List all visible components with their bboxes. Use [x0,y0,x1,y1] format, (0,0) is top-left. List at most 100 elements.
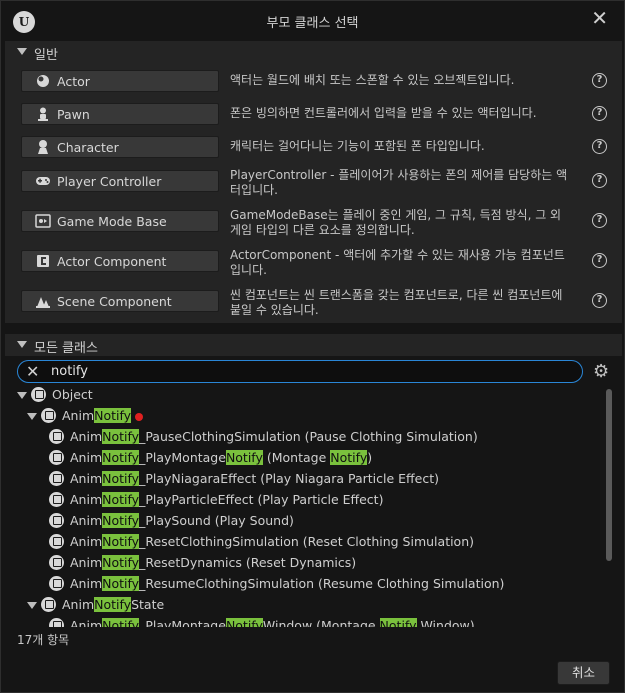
help-icon[interactable]: ? [592,213,607,228]
help-icon[interactable]: ? [592,106,607,121]
class-search-box: ✕ [17,360,583,383]
help-icon[interactable]: ? [592,73,607,88]
tree-row[interactable]: AnimNotifyState [5,595,605,616]
help-icon[interactable]: ? [592,293,607,308]
all-classes-section-header[interactable]: 모든 클래스 [5,334,622,356]
label-text: _PlayNiagaraEffect (Play Niagara Particl… [139,471,439,486]
label-text: Anim [70,471,103,486]
class-description: GameModeBase는 플레이 중인 게임, 그 규칙, 득점 방식, 그 … [230,208,562,237]
class-button-actor-component[interactable]: Actor Component [21,250,219,272]
tree-row[interactable]: AnimNotify_ResetDynamics (Reset Dynamics… [5,553,605,574]
class-tree: Object AnimNotify AnimNotify_PauseClothing… [5,385,622,627]
label-text: Anim [70,429,103,444]
tree-row[interactable]: Object [5,385,605,406]
label-text: Anim [70,555,103,570]
search-match-highlight: Notify [102,492,140,507]
class-button-label: Pawn [57,107,90,122]
class-button-label: Player Controller [57,174,162,189]
class-button-game-mode-base[interactable]: Game Mode Base [21,210,219,232]
tree-row[interactable]: AnimNotify_ResetClothingSimulation (Rese… [5,532,605,553]
tree-row[interactable]: AnimNotify_PlayMontageNotifyWindow (Mont… [5,616,605,627]
search-match-highlight: Notify [225,618,263,627]
label-text: Object [52,387,93,402]
class-node-icon [49,429,64,444]
close-icon[interactable]: ✕ [591,6,608,30]
label-text: State [131,597,165,612]
label-text: _PlayMontage [139,618,226,627]
class-button-pawn[interactable]: Pawn [21,103,219,125]
label-text: Anim [62,408,95,423]
expand-arrow-icon[interactable] [17,392,27,399]
class-description: 캐릭터는 걸어다니는 기능이 포함된 폰 타입입니다. [230,139,485,153]
label-text: Window (Montage [262,618,380,627]
class-node-label: AnimNotify_ResetDynamics (Reset Dynamics… [70,555,356,570]
pawn-icon [35,107,51,121]
class-button-label: Actor Component [57,254,167,269]
class-node-icon [49,534,64,549]
tree-row[interactable]: AnimNotify_PlayMontageNotify (Montage No… [5,448,605,469]
class-node-label: AnimNotify_ResumeClothingSimulation (Res… [70,576,504,591]
class-button-label: Game Mode Base [57,214,167,229]
class-button-character[interactable]: Character [21,136,219,158]
search-match-highlight: Notify [330,450,368,465]
game-mode-icon [35,214,51,228]
tree-row[interactable]: AnimNotify_ResumeClothingSimulation (Res… [5,574,605,595]
dialog-title: 부모 클래스 선택 [266,16,359,31]
search-match-highlight: Notify [102,576,140,591]
class-node-icon [49,471,64,486]
label-text: Anim [62,597,95,612]
common-class-row: Scene Component 씬 컴포넌트는 씬 트랜스폼을 갖는 컴포넌트로,… [5,288,622,329]
class-node-label: AnimNotify_PlaySound (Play Sound) [70,513,294,528]
search-match-highlight: Notify [102,450,140,465]
title-bar: U 부모 클래스 선택 ✕ [1,1,624,39]
help-icon[interactable]: ? [592,139,607,154]
class-node-label: Object [52,387,93,402]
class-node-icon [49,576,64,591]
class-node-icon [31,387,46,402]
common-class-row: Game Mode Base GameModeBase는 플레이 중인 게임, 그… [5,208,622,249]
expand-arrow-icon[interactable] [27,413,37,420]
class-node-label: AnimNotify_PlayMontageNotifyWindow (Mont… [70,618,475,627]
label-text: _PlayParticleEffect (Play Particle Effec… [139,492,384,507]
common-section-header[interactable]: 일반 [5,41,622,63]
class-description: ActorComponent - 액터에 추가할 수 있는 재사용 가능 컴포넌… [230,248,565,277]
class-button-scene-component[interactable]: Scene Component [21,290,219,312]
common-class-row: Actor Component ActorComponent - 액터에 추가할 … [5,248,622,289]
class-button-actor[interactable]: Actor [21,70,219,92]
tree-row[interactable]: AnimNotify_PauseClothingSimulation (Paus… [5,427,605,448]
class-button-player-controller[interactable]: Player Controller [21,170,219,192]
label-text: _PlayMontage [139,450,226,465]
tree-row[interactable]: AnimNotify_PlayParticleEffect (Play Part… [5,490,605,511]
help-icon[interactable]: ? [592,253,607,268]
search-match-highlight: Notify [225,450,263,465]
gear-icon[interactable]: ⚙ [593,361,609,382]
search-match-highlight: Notify [379,618,417,627]
class-description: 씬 컴포넌트는 씬 트랜스폼을 갖는 컴포넌트로, 다른 씬 컴포넌트에 붙일 … [230,288,563,317]
label-text: _ResetDynamics (Reset Dynamics) [139,555,357,570]
tree-row[interactable]: AnimNotify [5,406,605,427]
character-icon [35,140,51,154]
class-search-input[interactable] [51,363,551,379]
label-text: Anim [70,618,103,627]
clear-search-icon[interactable]: ✕ [26,362,39,381]
expand-arrow-icon[interactable] [27,602,37,609]
class-node-icon [49,513,64,528]
help-icon[interactable]: ? [592,173,607,188]
search-match-highlight: Notify [102,555,140,570]
common-classes-panel: Actor 액터는 월드에 배치 또는 스폰할 수 있는 오브젝트입니다.? Paw… [5,63,622,323]
class-node-icon [49,492,64,507]
class-node-icon [49,450,64,465]
modified-indicator [135,412,144,421]
class-button-label: Scene Component [57,294,172,309]
scene-component-icon [35,294,51,308]
cancel-button[interactable]: 취소 [557,661,610,685]
common-section-label: 일반 [34,48,58,63]
class-node-label: AnimNotify_PlayParticleEffect (Play Part… [70,492,383,507]
search-match-highlight: Notify [94,597,132,612]
tree-row[interactable]: AnimNotify_PlaySound (Play Sound) [5,511,605,532]
collapse-arrow-icon [17,341,27,348]
label-text: _ResetClothingSimulation (Reset Clothing… [139,534,475,549]
class-node-label: AnimNotify_PlayMontageNotify (Montage No… [70,450,372,465]
tree-scrollbar[interactable] [606,389,612,561]
tree-row[interactable]: AnimNotify_PlayNiagaraEffect (Play Niaga… [5,469,605,490]
